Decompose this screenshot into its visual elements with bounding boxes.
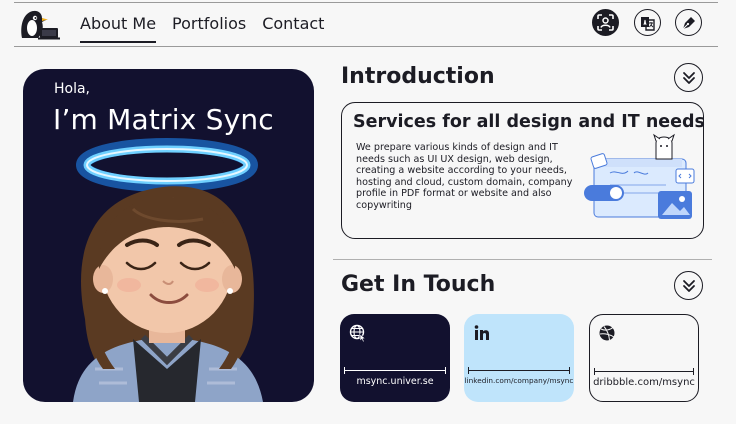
- pen-button[interactable]: [675, 9, 702, 36]
- hero-card: Hola, I’m Matrix Sync: [23, 69, 314, 402]
- linkedin-icon: [474, 325, 489, 340]
- services-card: Services for all design and IT needs We …: [341, 102, 705, 239]
- main-nav: About Me Portfolios Contact: [80, 14, 340, 43]
- nav-about-me[interactable]: About Me: [80, 14, 157, 43]
- dribbble-label: dribbble.com/msync: [593, 377, 695, 388]
- services-description: We prepare various kinds of design and I…: [356, 142, 573, 211]
- section-divider: [333, 259, 712, 260]
- linkedin-label: linkedin.com/company/msync: [464, 376, 574, 385]
- website-divider: [344, 367, 446, 374]
- introduction-title: Introduction: [341, 64, 495, 89]
- face-scan-icon: [597, 14, 614, 31]
- hero-greeting: Hola,: [54, 81, 91, 97]
- services-title: Services for all design and IT needs: [353, 112, 705, 132]
- contact-website-card[interactable]: msync.univer.se: [340, 314, 450, 402]
- chevron-double-down-icon: [682, 71, 695, 84]
- linkedin-divider: [468, 367, 570, 374]
- globe-icon: [349, 324, 367, 342]
- nav-contact[interactable]: Contact: [262, 14, 324, 43]
- get-in-touch-toggle[interactable]: [674, 271, 703, 300]
- nav-border: [14, 46, 718, 47]
- translate-icon: [641, 17, 655, 31]
- get-in-touch-title: Get In Touch: [341, 272, 496, 297]
- face-scan-button[interactable]: [592, 9, 619, 36]
- contact-linkedin-card[interactable]: linkedin.com/company/msync: [464, 314, 574, 402]
- dribbble-divider: [594, 368, 694, 375]
- introduction-toggle[interactable]: [674, 63, 703, 92]
- nav-portfolios[interactable]: Portfolios: [172, 14, 246, 43]
- top-border: [14, 2, 718, 3]
- chevron-double-down-icon: [682, 279, 695, 292]
- website-label: msync.univer.se: [356, 376, 434, 387]
- logo-penguin-icon[interactable]: [18, 8, 62, 40]
- contact-dribbble-card[interactable]: dribbble.com/msync: [589, 314, 699, 402]
- hero-name: I’m Matrix Sync: [53, 103, 274, 136]
- design-illustration: [584, 133, 695, 219]
- dribbble-icon: [599, 325, 615, 341]
- translate-button[interactable]: [634, 9, 661, 36]
- pen-nib-icon: [682, 16, 695, 29]
